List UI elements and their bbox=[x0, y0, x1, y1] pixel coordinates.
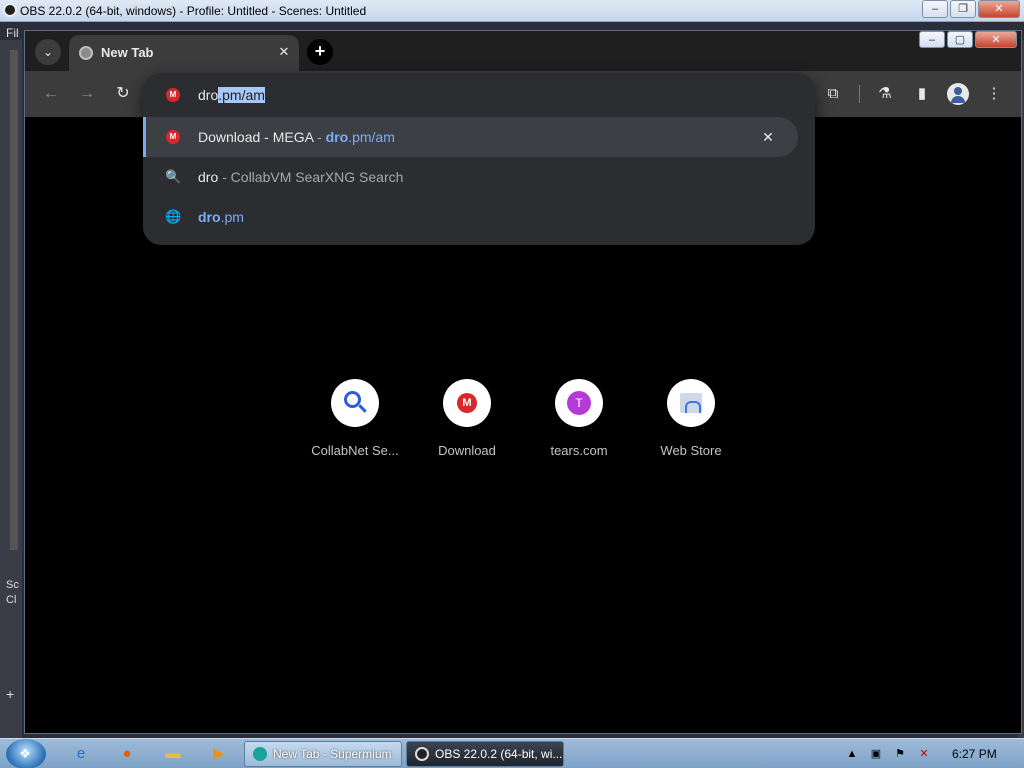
shortcut-tile bbox=[331, 379, 379, 427]
forward-arrow-icon[interactable]: → bbox=[77, 84, 97, 104]
suggestion-engine: - CollabVM SearXNG Search bbox=[218, 169, 404, 185]
obs-close-button[interactable]: ✕ bbox=[978, 0, 1020, 18]
suggestion-search[interactable]: 🔍 dro - CollabVM SearXNG Search bbox=[143, 157, 798, 197]
labs-flask-icon[interactable]: ⚗ bbox=[873, 82, 897, 106]
globe-icon: 🌐 bbox=[165, 209, 182, 224]
shortcut-tears[interactable]: T tears.com bbox=[529, 379, 629, 458]
shortcut-label: Web Store bbox=[660, 443, 722, 458]
shortcut-collabnet[interactable]: CollabNet Se... bbox=[305, 379, 405, 458]
web-store-icon bbox=[680, 393, 702, 413]
suggestion-text: Download - MEGA - dro.pm/am bbox=[198, 129, 395, 145]
obs-titlebar: OBS 22.0.2 (64-bit, windows) - Profile: … bbox=[0, 0, 1024, 22]
suggestion-url-match: dro bbox=[325, 129, 349, 145]
back-arrow-icon[interactable]: ← bbox=[41, 84, 61, 104]
suggestion-separator: - bbox=[313, 129, 326, 145]
taskbar: ❖ e ● ▬ ▶ New Tab - Supermium OBS 22.0.2… bbox=[0, 738, 1024, 768]
suggestion-text: dro - CollabVM SearXNG Search bbox=[198, 169, 403, 185]
browser-window-controls: – ▢ ✕ bbox=[919, 31, 1017, 48]
shortcut-download[interactable]: M Download bbox=[417, 379, 517, 458]
obs-minimize-button[interactable]: – bbox=[922, 0, 948, 18]
tab-new-tab[interactable]: New Tab ✕ bbox=[69, 35, 299, 71]
reload-icon[interactable]: ↻ bbox=[113, 84, 133, 104]
suggestion-url-match: dro bbox=[198, 209, 221, 225]
browser-minimize-button[interactable]: – bbox=[919, 31, 945, 48]
omnibox-text[interactable]: dro.pm/am bbox=[198, 87, 265, 103]
shortcut-tile: T bbox=[555, 379, 603, 427]
explorer-folder-icon[interactable]: ▬ bbox=[162, 743, 184, 765]
taskbar-item-obs[interactable]: OBS 22.0.2 (64-bit, wi... bbox=[406, 741, 564, 767]
tab-title: New Tab bbox=[101, 45, 154, 60]
search-icon-handle bbox=[358, 404, 367, 413]
mega-icon: M bbox=[457, 393, 477, 413]
action-center-flag-icon[interactable]: ⚑ bbox=[892, 746, 908, 762]
suggestion-url-rest: .pm bbox=[220, 209, 244, 225]
show-hidden-icons-icon[interactable]: ▲ bbox=[844, 746, 860, 762]
volume-muted-icon[interactable]: ✕ bbox=[916, 746, 932, 762]
extensions-icon[interactable]: ⧉ bbox=[821, 82, 845, 106]
obs-window-controls: – ❐ ✕ bbox=[922, 0, 1020, 18]
suggestion-title: Download - MEGA bbox=[198, 129, 314, 145]
shortcut-label: Download bbox=[438, 443, 496, 458]
obs-left-panel bbox=[0, 40, 22, 740]
suggestion-url: dro.pm bbox=[198, 209, 244, 225]
shortcut-label: CollabNet Se... bbox=[311, 443, 399, 458]
suggestion-text: dro.pm bbox=[198, 209, 244, 225]
search-icon: 🔍 bbox=[165, 169, 182, 184]
obs-scenes-label: Sc bbox=[6, 579, 19, 591]
obs-menu-file[interactable]: Fil bbox=[6, 26, 19, 40]
obs-add-button[interactable]: + bbox=[6, 686, 14, 702]
taskbar-item-label: New Tab - Supermium bbox=[273, 747, 392, 761]
toolbar-divider bbox=[859, 85, 860, 103]
profile-avatar-icon[interactable] bbox=[947, 83, 969, 105]
suggestion-url-rest: .pm/am bbox=[348, 129, 395, 145]
omnibox-input[interactable]: M dro.pm/am bbox=[143, 73, 815, 117]
obs-restore-button[interactable]: ❐ bbox=[950, 0, 976, 18]
tab-search-button[interactable]: ⌄ bbox=[35, 39, 61, 65]
omnibox-autocomplete-selection: .pm/am bbox=[218, 87, 265, 103]
shortcut-tile: M bbox=[443, 379, 491, 427]
browser-maximize-button[interactable]: ▢ bbox=[947, 31, 973, 48]
start-button[interactable]: ❖ bbox=[6, 739, 46, 768]
tab-strip: ⌄ New Tab ✕ + – ▢ ✕ bbox=[25, 31, 1021, 71]
obs-scrollbar[interactable] bbox=[10, 50, 18, 550]
taskbar-clock[interactable]: 6:27 PM bbox=[952, 747, 997, 761]
firefox-icon[interactable]: ● bbox=[116, 743, 138, 765]
shortcut-label: tears.com bbox=[550, 443, 608, 458]
obs-dock-labels: Sc Cl bbox=[6, 578, 19, 608]
obs-icon bbox=[415, 747, 429, 761]
letter-t-icon: T bbox=[567, 391, 591, 415]
network-icon[interactable]: ▣ bbox=[868, 746, 884, 762]
taskbar-item-label: OBS 22.0.2 (64-bit, wi... bbox=[435, 747, 563, 761]
globe-icon bbox=[79, 46, 93, 60]
internet-explorer-icon[interactable]: e bbox=[70, 743, 92, 765]
suggestion-url[interactable]: 🌐 dro.pm bbox=[143, 197, 798, 237]
tab-close-icon[interactable]: ✕ bbox=[275, 43, 293, 61]
obs-logo-icon bbox=[3, 3, 17, 17]
supermium-icon bbox=[253, 747, 267, 761]
mega-icon: M bbox=[166, 130, 180, 144]
media-player-icon[interactable]: ▶ bbox=[208, 743, 230, 765]
omnibox-popup: M dro.pm/am M Download - MEGA - dro.pm/a… bbox=[143, 73, 815, 245]
omnibox-typed-text: dro bbox=[198, 87, 219, 103]
suggestion-url: dro.pm/am bbox=[326, 129, 395, 145]
new-tab-button[interactable]: + bbox=[307, 39, 333, 65]
windows-logo-icon: ❖ bbox=[19, 746, 31, 761]
taskbar-item-supermium[interactable]: New Tab - Supermium bbox=[244, 741, 402, 767]
menu-kebab-icon[interactable]: ⋮ bbox=[982, 82, 1006, 106]
shortcut-web-store[interactable]: Web Store bbox=[641, 379, 741, 458]
obs-controls-label: Cl bbox=[6, 594, 17, 606]
mega-icon: M bbox=[166, 88, 180, 102]
browser-close-button[interactable]: ✕ bbox=[975, 31, 1017, 48]
side-panel-icon[interactable]: ▮ bbox=[910, 82, 934, 106]
browser-window: ⌄ New Tab ✕ + – ▢ ✕ ← → ↻ ⧉ ⚗ ▮ ⋮ Collab… bbox=[24, 30, 1022, 734]
suggestion-mega-download[interactable]: M Download - MEGA - dro.pm/am ✕ bbox=[143, 117, 798, 157]
shortcut-tile bbox=[667, 379, 715, 427]
obs-window-title: OBS 22.0.2 (64-bit, windows) - Profile: … bbox=[20, 4, 367, 18]
suggestion-query: dro bbox=[198, 169, 219, 185]
remove-suggestion-icon[interactable]: ✕ bbox=[758, 127, 778, 147]
